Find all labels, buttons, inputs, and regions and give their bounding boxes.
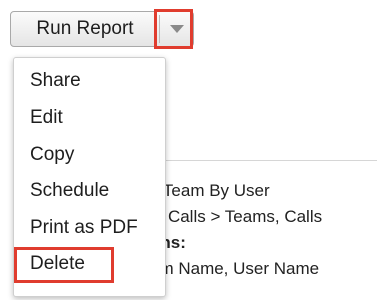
report-name-text: y Team By User (150, 181, 270, 200)
menu-item-copy[interactable]: Copy (30, 144, 74, 166)
report-modules-text: s, Calls > Teams, Calls (150, 207, 323, 226)
divider (150, 160, 377, 161)
report-details-panel: y Team By User s, Calls > Teams, Calls n… (150, 160, 377, 300)
report-columns-text: am Name, User Name (150, 259, 320, 278)
menu-item-share[interactable]: Share (30, 70, 81, 92)
menu-item-print-as-pdf[interactable]: Print as PDF (30, 217, 138, 239)
run-report-button[interactable]: Run Report (11, 12, 159, 46)
menu-item-delete[interactable]: Delete (30, 253, 85, 275)
run-report-split-button: Run Report (10, 11, 194, 47)
menu-item-edit[interactable]: Edit (30, 107, 63, 129)
actions-dropdown-toggle[interactable] (160, 12, 193, 46)
menu-item-schedule[interactable]: Schedule (30, 180, 109, 202)
actions-dropdown-menu: Share Edit Copy Schedule Print as PDF De… (13, 57, 166, 297)
chevron-down-icon (170, 25, 184, 33)
